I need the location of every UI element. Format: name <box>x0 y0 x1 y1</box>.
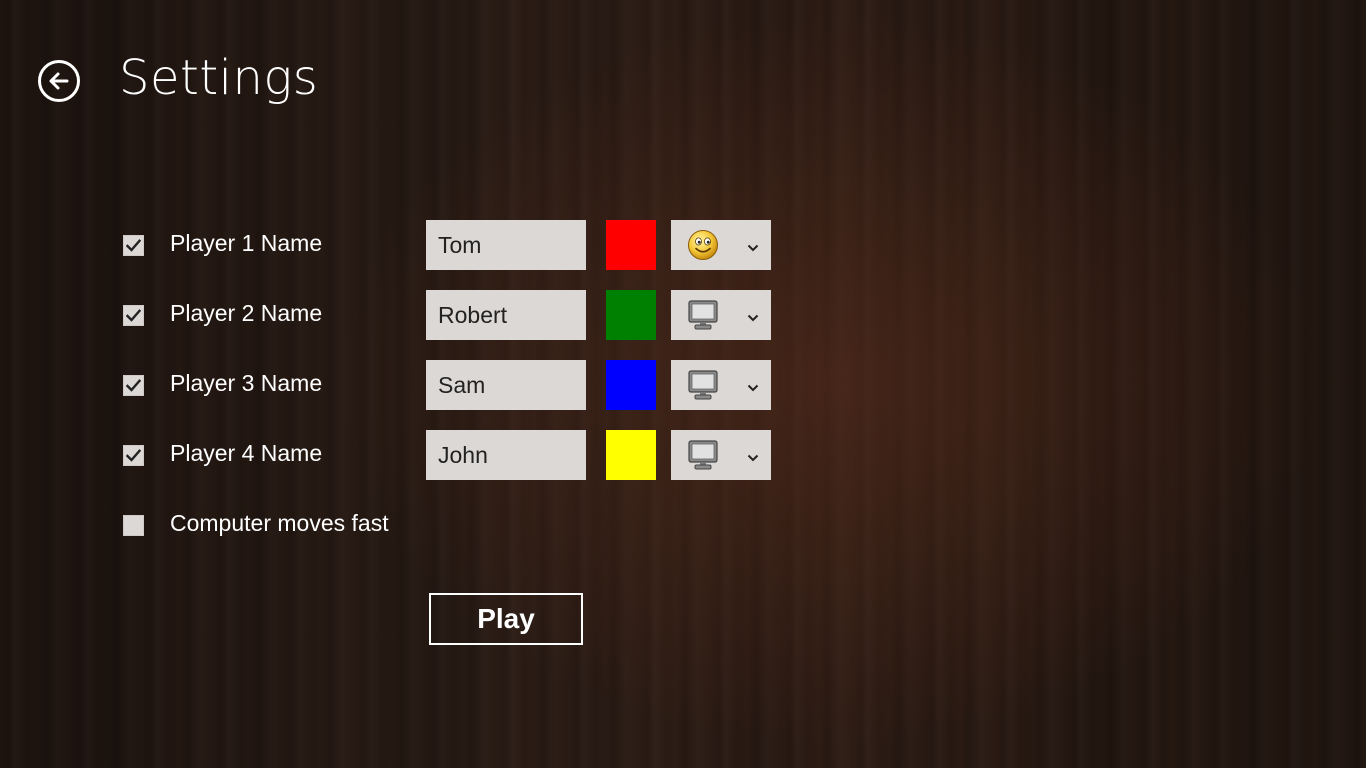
player-4-checkbox[interactable] <box>123 445 144 466</box>
play-button[interactable]: Play <box>429 593 583 645</box>
player-2-label: Player 2 Name <box>170 300 323 326</box>
player-1-color-swatch[interactable] <box>606 220 656 270</box>
chevron-down-icon <box>746 450 760 462</box>
chevron-down-icon <box>746 380 760 392</box>
player-3-type-select[interactable] <box>671 360 771 410</box>
chevron-down-icon <box>746 310 760 322</box>
check-icon <box>126 239 141 252</box>
player-2-color-swatch[interactable] <box>606 290 656 340</box>
computer-fast-label: Computer moves fast <box>170 510 389 536</box>
player-4-label: Player 4 Name <box>170 440 323 466</box>
player-3-checkbox[interactable] <box>123 375 144 396</box>
chevron-down-icon <box>746 240 760 252</box>
smiley-face-icon <box>687 229 719 261</box>
computer-monitor-icon <box>687 369 719 401</box>
player-row-4: Player 4 Name <box>0 430 1366 480</box>
player-3-label: Player 3 Name <box>170 370 323 396</box>
player-1-checkbox[interactable] <box>123 235 144 256</box>
check-icon <box>126 379 141 392</box>
computer-monitor-icon <box>687 299 719 331</box>
back-button[interactable] <box>38 60 80 102</box>
check-icon <box>126 309 141 322</box>
player-2-name-input[interactable] <box>426 290 586 340</box>
player-4-name-input[interactable] <box>426 430 586 480</box>
player-1-label: Player 1 Name <box>170 230 323 256</box>
player-1-type-select[interactable] <box>671 220 771 270</box>
player-row-1: Player 1 Name <box>0 220 1366 270</box>
check-icon <box>126 449 141 462</box>
computer-fast-checkbox[interactable] <box>123 515 144 536</box>
player-4-type-select[interactable] <box>671 430 771 480</box>
player-3-color-swatch[interactable] <box>606 360 656 410</box>
player-4-color-swatch[interactable] <box>606 430 656 480</box>
back-arrow-icon <box>49 72 69 90</box>
computer-monitor-icon <box>687 439 719 471</box>
computer-fast-row: Computer moves fast <box>0 500 1366 550</box>
player-1-name-input[interactable] <box>426 220 586 270</box>
page-title: Settings <box>119 50 319 106</box>
player-row-2: Player 2 Name <box>0 290 1366 340</box>
player-2-checkbox[interactable] <box>123 305 144 326</box>
player-3-name-input[interactable] <box>426 360 586 410</box>
player-2-type-select[interactable] <box>671 290 771 340</box>
player-row-3: Player 3 Name <box>0 360 1366 410</box>
